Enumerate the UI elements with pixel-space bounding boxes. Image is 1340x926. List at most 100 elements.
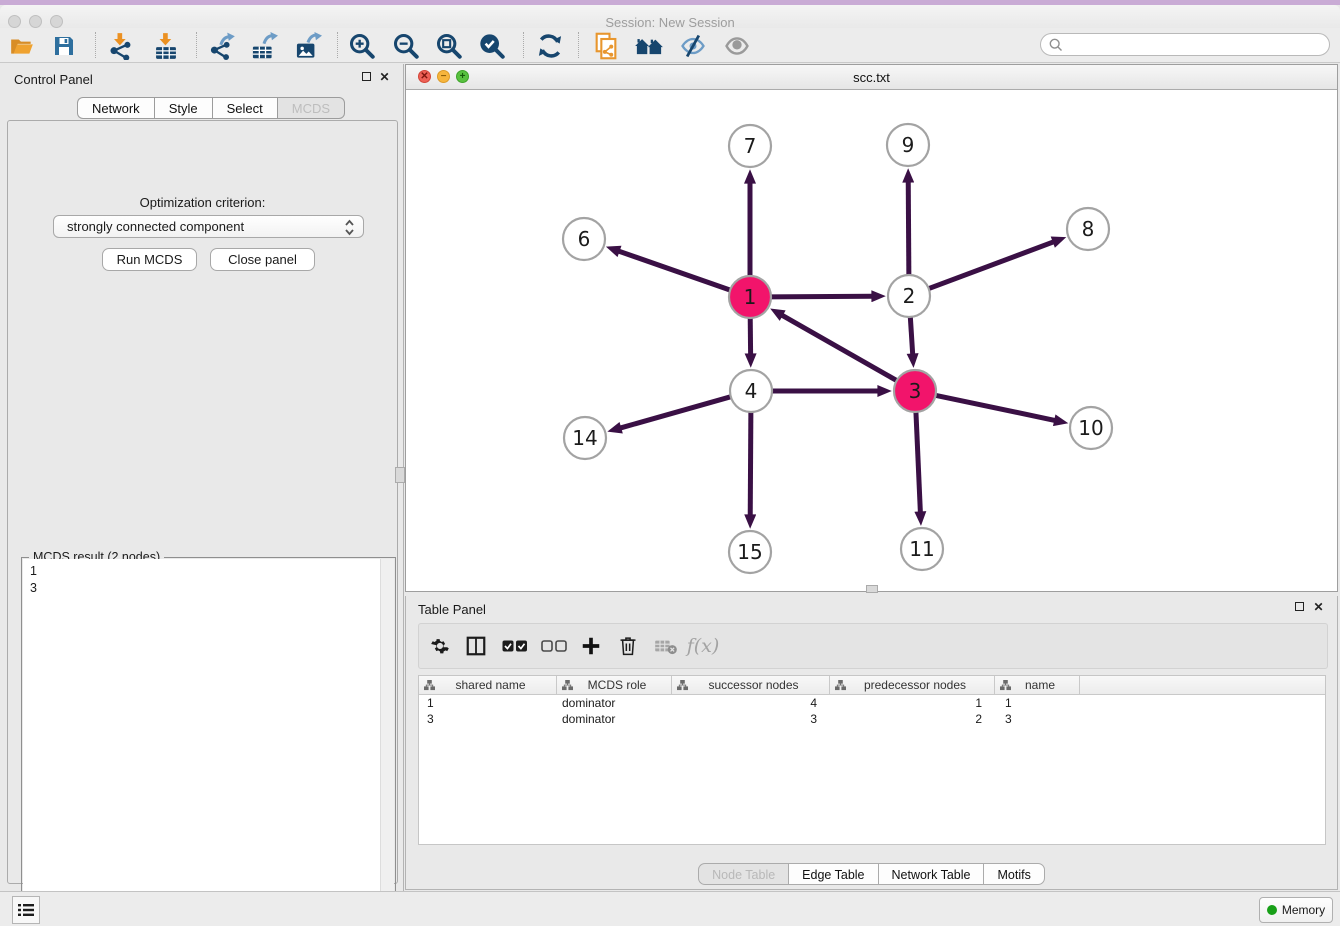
vertical-splitter-handle[interactable] [395,467,405,483]
horizontal-splitter-handle[interactable] [866,585,878,593]
column-layout-icon[interactable] [460,631,492,661]
table-row[interactable]: 3dominator323 [419,711,1325,727]
graph-node-1[interactable]: 1 [729,276,771,318]
home-icon[interactable] [631,31,667,61]
task-history-button[interactable] [12,896,40,924]
graph-node-8[interactable]: 8 [1067,208,1109,250]
node-table[interactable]: shared nameMCDS rolesuccessor nodesprede… [418,675,1326,845]
table-cell[interactable]: dominator [557,711,672,727]
edge-4-14[interactable] [621,396,733,428]
svg-text:1: 1 [744,285,757,309]
column-header-MCDS-role[interactable]: MCDS role [557,676,672,694]
graph-node-14[interactable]: 14 [564,417,606,459]
graph-node-3[interactable]: 3 [894,370,936,412]
edge-2-8[interactable] [927,242,1054,289]
export-network-icon[interactable] [204,31,240,61]
zoom-in-icon[interactable] [344,31,380,61]
close-table-panel-icon[interactable]: ✕ [1312,601,1325,614]
tab-mcds[interactable]: MCDS [277,97,345,119]
graph-node-4[interactable]: 4 [730,370,772,412]
zoom-fit-icon[interactable] [431,31,467,61]
graph-node-10[interactable]: 10 [1070,407,1112,449]
column-sort-icon[interactable] [562,680,573,691]
table-row[interactable]: 1dominator411 [419,695,1325,711]
column-sort-icon[interactable] [677,680,688,691]
graph-node-11[interactable]: 11 [901,528,943,570]
svg-text:2: 2 [903,284,916,308]
export-image-icon[interactable] [290,31,326,61]
table-cell[interactable]: dominator [557,695,672,711]
mcds-result-item: 1 [30,563,381,580]
tab-select[interactable]: Select [212,97,277,119]
edge-2-9[interactable] [908,182,909,277]
graph-node-15[interactable]: 15 [729,531,771,573]
column-sort-icon[interactable] [424,680,435,691]
table-cell[interactable]: 2 [830,711,995,727]
import-table-icon[interactable] [148,31,184,61]
float-panel-icon[interactable] [360,71,373,84]
column-header-name[interactable]: name [995,676,1080,694]
settings-icon[interactable] [424,631,456,661]
column-sort-icon[interactable] [1000,680,1011,691]
tab-network-table[interactable]: Network Table [878,863,984,885]
float-table-panel-icon[interactable] [1293,601,1306,614]
zoom-selected-icon[interactable] [474,31,510,61]
open-session-icon[interactable] [4,31,40,61]
edge-3-10[interactable] [934,395,1055,420]
dropdown-stepper-icon [344,219,355,239]
hide-details-icon[interactable] [675,31,711,61]
edge-4-15[interactable] [750,410,751,515]
table-cell[interactable]: 4 [672,695,830,711]
tab-motifs[interactable]: Motifs [983,863,1044,885]
close-panel-icon[interactable]: ✕ [378,71,391,84]
tab-edge-table[interactable]: Edge Table [788,863,877,885]
table-cell[interactable]: 3 [419,711,557,727]
delete-table-icon[interactable] [650,631,682,661]
run-mcds-button[interactable]: Run MCDS [102,248,197,271]
export-table-icon[interactable] [246,31,282,61]
refresh-icon[interactable] [532,31,568,61]
search-box[interactable] [1040,33,1330,56]
close-panel-button[interactable]: Close panel [210,248,315,271]
edge-1-6[interactable] [619,251,732,291]
graph-node-7[interactable]: 7 [729,125,771,167]
main-titlebar: Session: New Session [0,5,1340,28]
list-icon [18,903,34,917]
network-window-title: scc.txt [406,70,1337,85]
graph-node-2[interactable]: 2 [888,275,930,317]
tab-style[interactable]: Style [154,97,212,119]
zoom-out-icon[interactable] [388,31,424,61]
table-cell[interactable]: 1 [419,695,557,711]
column-header-predecessor-nodes[interactable]: predecessor nodes [830,676,995,694]
add-column-icon[interactable] [575,631,607,661]
select-all-icon[interactable] [499,631,531,661]
column-sort-icon[interactable] [835,680,846,691]
delete-row-icon[interactable] [612,631,644,661]
edge-3-11[interactable] [916,410,921,512]
edge-2-3[interactable] [910,315,912,354]
import-network-icon[interactable] [103,31,139,61]
function-builder-icon[interactable]: f(x) [687,631,719,661]
show-details-icon[interactable] [719,31,755,61]
table-cell[interactable]: 1 [995,695,1080,711]
toolbar-separator [95,32,96,58]
search-input[interactable] [1063,35,1329,55]
edge-1-2[interactable] [769,296,872,297]
clone-network-icon[interactable] [588,31,624,61]
criterion-dropdown[interactable]: strongly connected component [53,215,364,238]
memory-button[interactable]: Memory [1259,897,1333,923]
column-header-shared-name[interactable]: shared name [419,676,557,694]
graph-node-9[interactable]: 9 [887,124,929,166]
table-cell[interactable]: 1 [830,695,995,711]
table-cell[interactable]: 3 [995,711,1080,727]
result-scrollbar[interactable] [380,559,394,926]
save-session-icon[interactable] [46,31,82,61]
graph-node-6[interactable]: 6 [563,218,605,260]
edge-3-1[interactable] [782,315,898,381]
tab-node-table[interactable]: Node Table [698,863,788,885]
deselect-all-icon[interactable] [538,631,570,661]
tab-network[interactable]: Network [77,97,154,119]
network-canvas[interactable]: 1 2 3 4 6 7 8 9 10 11 14 15 [406,89,1337,591]
table-cell[interactable]: 3 [672,711,830,727]
column-header-successor-nodes[interactable]: successor nodes [672,676,830,694]
